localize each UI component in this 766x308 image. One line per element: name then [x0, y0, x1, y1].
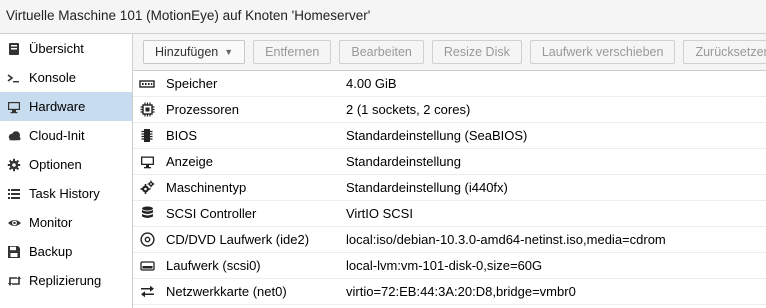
table-row[interactable]: BIOS Standardeinstellung (SeaBIOS)	[133, 123, 766, 149]
table-row[interactable]: Prozessoren 2 (1 sockets, 2 cores)	[133, 97, 766, 123]
hardware-value: VirtIO SCSI	[346, 206, 413, 221]
list-icon	[6, 186, 22, 202]
hardware-value: Standardeinstellung	[346, 154, 461, 169]
sidebar-item-label: Hardware	[29, 99, 86, 114]
cloud-icon	[6, 128, 22, 144]
sidebar-item-label: Optionen	[29, 157, 82, 172]
retweet-icon	[6, 273, 22, 289]
sidebar-item-task-history[interactable]: Task History	[0, 179, 132, 208]
add-button[interactable]: Hinzufügen ▼	[143, 40, 246, 64]
hardware-value: 2 (1 sockets, 2 cores)	[346, 102, 471, 117]
book-icon	[6, 41, 22, 57]
revert-button[interactable]: Zurücksetzen	[683, 40, 766, 64]
hardware-value: 4.00 GiB	[346, 76, 397, 91]
sidebar-item-label: Backup	[29, 244, 73, 259]
table-row[interactable]: Laufwerk (scsi0) local-lvm:vm-101-disk-0…	[133, 253, 766, 279]
hardware-name: Prozessoren	[166, 102, 239, 117]
hardware-name: BIOS	[166, 128, 198, 143]
window-title: Virtuelle Maschine 101 (MotionEye) auf K…	[0, 0, 766, 34]
sidebar-item-konsole[interactable]: Konsole	[0, 63, 132, 92]
terminal-icon	[6, 70, 22, 86]
desktop-icon	[6, 99, 22, 115]
cpu-icon	[139, 102, 155, 118]
hardware-grid: Speicher 4.00 GiB Prozessoren 2 (1 socke…	[133, 71, 766, 305]
database-icon	[139, 206, 155, 222]
memory-icon	[139, 76, 155, 92]
sidebar-item-backup[interactable]: Backup	[0, 237, 132, 266]
cdrom-icon	[139, 232, 155, 248]
resize-disk-button[interactable]: Resize Disk	[431, 40, 522, 64]
sidebar-item-monitor[interactable]: Monitor	[0, 208, 132, 237]
cogs-icon	[139, 180, 155, 196]
table-row[interactable]: Maschinentyp Standardeinstellung (i440fx…	[133, 175, 766, 201]
sidebar-item-replizierung[interactable]: Replizierung	[0, 266, 132, 295]
hardware-panel: Hinzufügen ▼ Entfernen Bearbeiten Resize…	[133, 34, 766, 308]
hardware-value: local-lvm:vm-101-disk-0,size=60G	[346, 258, 543, 273]
table-row[interactable]: Anzeige Standardeinstellung	[133, 149, 766, 175]
sidebar-item-label: Übersicht	[29, 41, 84, 56]
hardware-name: Maschinentyp	[166, 180, 247, 195]
sidebar: Übersicht Konsole Hardware Cloud-Init Op…	[0, 34, 133, 308]
gear-icon	[6, 157, 22, 173]
hardware-value: Standardeinstellung (i440fx)	[346, 180, 508, 195]
sidebar-item-label: Cloud-Init	[29, 128, 85, 143]
edit-button[interactable]: Bearbeiten	[339, 40, 424, 64]
hardware-value: virtio=72:EB:44:3A:20:D8,bridge=vmbr0	[346, 284, 576, 299]
hardware-name: CD/DVD Laufwerk (ide2)	[166, 232, 310, 247]
microchip-icon	[139, 128, 155, 144]
hardware-value: local:iso/debian-10.3.0-amd64-netinst.is…	[346, 232, 666, 247]
move-disk-button[interactable]: Laufwerk verschieben	[529, 40, 676, 64]
hardware-value: Standardeinstellung (SeaBIOS)	[346, 128, 528, 143]
sidebar-item-uebersicht[interactable]: Übersicht	[0, 34, 132, 63]
hardware-name: SCSI Controller	[166, 206, 257, 221]
sidebar-item-label: Replizierung	[29, 273, 102, 288]
table-row[interactable]: SCSI Controller VirtIO SCSI	[133, 201, 766, 227]
sidebar-item-label: Konsole	[29, 70, 76, 85]
sidebar-item-label: Monitor	[29, 215, 73, 230]
hardware-name: Netzwerkkarte (net0)	[166, 284, 287, 299]
sidebar-item-label: Task History	[29, 186, 100, 201]
hardware-name: Speicher	[166, 76, 218, 91]
hdd-icon	[139, 258, 155, 274]
floppy-icon	[6, 244, 22, 260]
chevron-down-icon: ▼	[224, 47, 234, 57]
sidebar-item-optionen[interactable]: Optionen	[0, 150, 132, 179]
add-button-label: Hinzufügen	[155, 45, 219, 59]
exchange-icon	[139, 284, 155, 300]
hardware-name: Laufwerk (scsi0)	[166, 258, 261, 273]
toolbar: Hinzufügen ▼ Entfernen Bearbeiten Resize…	[133, 34, 766, 71]
remove-button[interactable]: Entfernen	[253, 40, 332, 64]
sidebar-item-hardware[interactable]: Hardware	[0, 92, 132, 121]
table-row[interactable]: CD/DVD Laufwerk (ide2) local:iso/debian-…	[133, 227, 766, 253]
sidebar-item-cloud-init[interactable]: Cloud-Init	[0, 121, 132, 150]
table-row[interactable]: Speicher 4.00 GiB	[133, 71, 766, 97]
eye-icon	[6, 215, 22, 231]
hardware-name: Anzeige	[166, 154, 213, 169]
table-row[interactable]: Netzwerkkarte (net0) virtio=72:EB:44:3A:…	[133, 279, 766, 305]
monitor-icon	[139, 154, 155, 170]
